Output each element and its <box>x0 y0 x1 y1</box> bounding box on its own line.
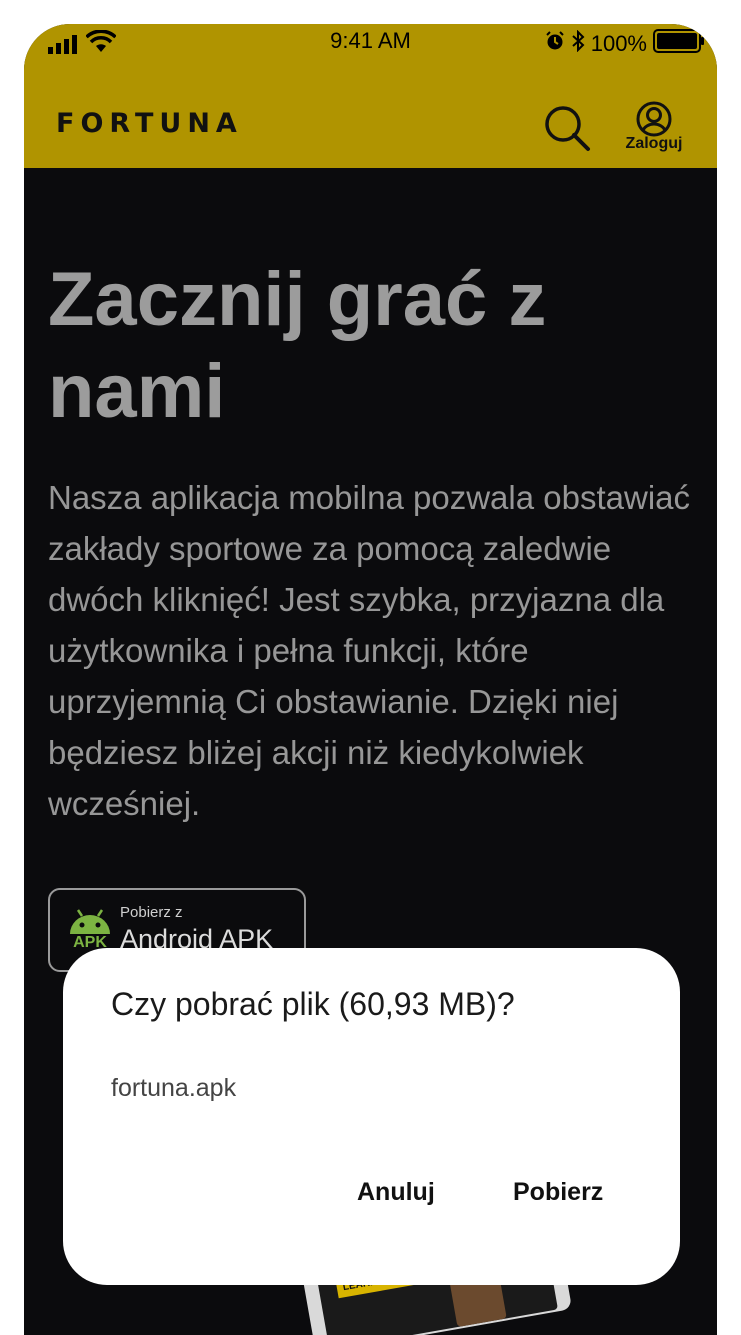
status-right: 100% <box>545 29 705 59</box>
battery-percent: 100% <box>590 31 647 56</box>
dialog-title: Czy pobrać plik (60,93 MB)? <box>111 986 515 1022</box>
bluetooth-icon <box>571 29 585 58</box>
search-button[interactable] <box>543 104 591 152</box>
download-button[interactable]: Pobierz <box>513 1178 603 1207</box>
dialog-filename: fortuna.apk <box>111 1074 237 1102</box>
login-label: Zaloguj <box>625 135 683 152</box>
apk-small-label: Pobierz z <box>120 904 183 921</box>
cancel-button[interactable]: Anuluj <box>357 1178 435 1207</box>
site-header: FORTUNA Zaloguj <box>24 64 717 168</box>
alarm-icon <box>545 31 565 57</box>
battery-icon <box>653 29 705 59</box>
fortuna-logo[interactable]: FORTUNA <box>56 108 243 139</box>
status-bar: 9:41 AM 100% <box>24 24 717 64</box>
search-icon <box>543 106 591 156</box>
hero-description: Nasza aplikacja mobilna pozwala obstawia… <box>48 479 691 822</box>
login-button[interactable]: Zaloguj <box>618 101 690 161</box>
hero-title: Zacznij grać z nami <box>48 257 547 434</box>
download-dialog: Czy pobrać plik (60,93 MB)? fortuna.apk … <box>63 948 680 1285</box>
